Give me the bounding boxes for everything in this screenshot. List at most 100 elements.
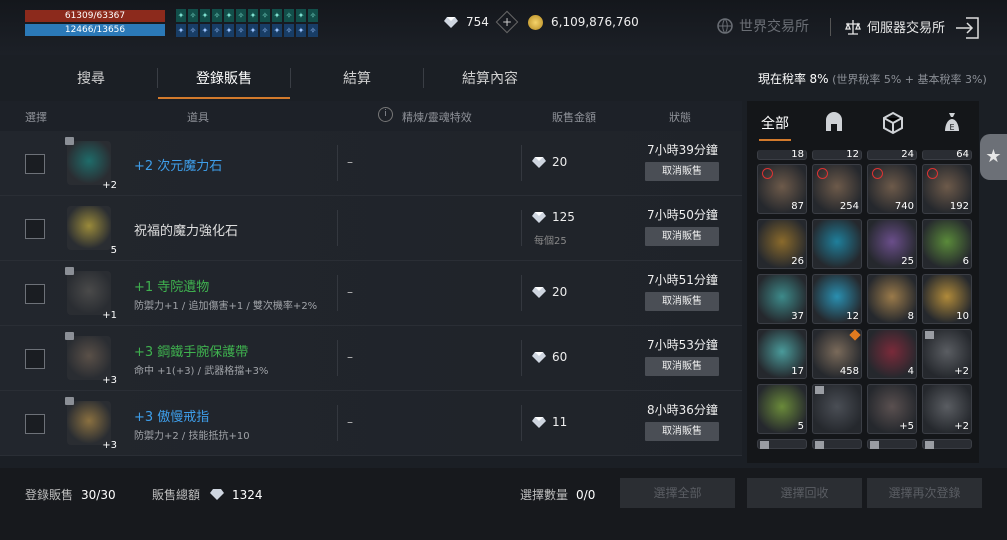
- inventory-slot-partial[interactable]: [812, 439, 862, 449]
- buff-icon: ✦: [200, 9, 210, 22]
- tab-register-sale[interactable]: 登錄販售: [158, 60, 290, 99]
- listing-row[interactable]: +2 +2 次元魔力石 – 20 7小時39分鐘 取消販售: [0, 131, 742, 196]
- buff-icon: ✧: [212, 24, 222, 37]
- inventory-slot[interactable]: 458: [812, 329, 862, 379]
- diamond-icon: [444, 16, 458, 28]
- column-divider: [337, 275, 338, 311]
- inventory-slot-partial[interactable]: 24: [867, 149, 917, 160]
- slot-count: 25: [901, 256, 914, 267]
- diamond-icon: [532, 286, 546, 298]
- inventory-slot[interactable]: [812, 384, 862, 434]
- exit-icon[interactable]: [954, 14, 982, 42]
- sale-price: 20: [532, 285, 567, 299]
- world-exchange-tab[interactable]: 世界交易所: [716, 16, 809, 36]
- buff-icon: ✦: [272, 9, 282, 22]
- inventory-slot[interactable]: 26: [757, 219, 807, 269]
- listing-row[interactable]: 5 祝福的魔力強化石 125 每個25 7小時50分鐘 取消販售: [0, 196, 742, 261]
- grade-badge-icon: [925, 331, 934, 339]
- total-sales: 販售總額 1324: [152, 486, 263, 503]
- item-level: +1: [102, 310, 117, 321]
- listing-row[interactable]: +3 +3 鋼鐵手腕保護帶 命中 +1(+3) / 武器格擋+3% – 60 7…: [0, 326, 742, 391]
- inventory-slot[interactable]: 4: [867, 329, 917, 379]
- relist-button[interactable]: 選擇再次登錄: [867, 478, 982, 508]
- listing-row[interactable]: +1 +1 寺院遺物 防禦力+1 / 追加傷害+1 / 雙次機率+2% – 20…: [0, 261, 742, 326]
- favorites-star-button[interactable]: ★: [980, 134, 1007, 180]
- inventory-slot-partial[interactable]: [867, 439, 917, 449]
- cancel-sale-button[interactable]: 取消販售: [645, 227, 719, 246]
- buff-icon: ✦: [224, 9, 234, 22]
- inventory-slot[interactable]: 192: [922, 164, 972, 214]
- row-checkbox[interactable]: [25, 349, 45, 369]
- slot-count: 26: [791, 256, 804, 267]
- cancel-sale-button[interactable]: 取消販售: [645, 422, 719, 441]
- inventory-slot[interactable]: 254: [812, 164, 862, 214]
- grade-badge-icon: [65, 397, 74, 405]
- inventory-slot[interactable]: +2: [922, 384, 972, 434]
- col-select: 選擇: [25, 111, 47, 124]
- inventory-slot-partial[interactable]: 64: [922, 149, 972, 160]
- cancel-sale-button[interactable]: 取消販售: [645, 357, 719, 376]
- slot-count: 12: [846, 149, 859, 160]
- diamond-amount: 754: [466, 15, 489, 29]
- inventory-slot[interactable]: 740: [867, 164, 917, 214]
- inventory-slot[interactable]: 6: [922, 219, 972, 269]
- inventory-slot[interactable]: +2: [922, 329, 972, 379]
- tab-settlement[interactable]: 結算: [291, 60, 423, 96]
- hp-bar: 61309/63367: [25, 10, 165, 22]
- add-diamond-button[interactable]: +: [495, 10, 519, 34]
- tab-search[interactable]: 搜尋: [25, 60, 157, 96]
- inventory-slot[interactable]: 37: [757, 274, 807, 324]
- row-checkbox[interactable]: [25, 219, 45, 239]
- item-stats: 防禦力+2 / 技能抵抗+10: [134, 431, 250, 442]
- slot-count: 6: [962, 256, 969, 267]
- inventory-slot[interactable]: [812, 219, 862, 269]
- inventory-slot-partial[interactable]: [922, 439, 972, 449]
- listing-row[interactable]: +3 +3 傲慢戒指 防禦力+2 / 技能抵抗+10 – 11 8小時36分鐘 …: [0, 391, 742, 456]
- inventory-slot[interactable]: 5: [757, 384, 807, 434]
- item-level: +2: [102, 180, 117, 191]
- time-remaining: 7小時50分鐘: [647, 208, 718, 222]
- buff-icon: ✧: [212, 9, 222, 22]
- inventory-slot[interactable]: +5: [867, 384, 917, 434]
- diamond-currency: 754 +: [444, 10, 519, 34]
- recall-button[interactable]: 選擇回收: [747, 478, 862, 508]
- row-checkbox[interactable]: [25, 284, 45, 304]
- cancel-sale-button[interactable]: 取消販售: [645, 162, 719, 181]
- select-all-button[interactable]: 選擇全部: [620, 478, 735, 508]
- registered-label: 登錄販售: [25, 488, 74, 502]
- inventory-slot-partial[interactable]: [757, 439, 807, 449]
- inventory-panel: 全部 E 18 12 24 64 87 254 740 192 26 25 6 37 12 8 10 17 45…: [747, 101, 979, 463]
- inventory-slot[interactable]: 25: [867, 219, 917, 269]
- buff-icon: ✦: [296, 9, 306, 22]
- server-exchange-tab[interactable]: 伺服器交易所: [844, 17, 945, 36]
- sale-price: 125: [532, 210, 575, 224]
- box-icon[interactable]: [882, 111, 904, 135]
- sale-price: 11: [532, 415, 567, 429]
- helmet-icon[interactable]: [823, 111, 845, 135]
- price-value: 125: [552, 210, 575, 224]
- inventory-slot[interactable]: 17: [757, 329, 807, 379]
- scale-icon: [845, 19, 861, 35]
- cancel-sale-button[interactable]: 取消販售: [645, 292, 719, 311]
- inventory-slot[interactable]: 10: [922, 274, 972, 324]
- inventory-slot[interactable]: 12: [812, 274, 862, 324]
- item-level: +3: [102, 375, 117, 386]
- row-checkbox[interactable]: [25, 154, 45, 174]
- star-icon: ★: [985, 146, 1002, 167]
- slot-count: 4: [907, 366, 914, 377]
- inventory-slot-partial[interactable]: 18: [757, 149, 807, 160]
- column-divider: [521, 405, 522, 441]
- slot-count: 254: [839, 201, 859, 212]
- inventory-slot[interactable]: 8: [867, 274, 917, 324]
- grade-badge-icon: [815, 386, 824, 394]
- money-bag-icon[interactable]: E: [941, 111, 963, 135]
- inventory-tab-all[interactable]: 全部: [759, 113, 791, 141]
- info-icon[interactable]: i: [378, 107, 393, 122]
- buff-icon: ✦: [200, 24, 210, 37]
- row-checkbox[interactable]: [25, 414, 45, 434]
- tab-settlement-details[interactable]: 結算內容: [424, 60, 556, 96]
- svg-text:E: E: [949, 123, 954, 132]
- inventory-slot-partial[interactable]: 12: [812, 149, 862, 160]
- inventory-tabs: 全部 E: [747, 101, 979, 145]
- inventory-slot[interactable]: 87: [757, 164, 807, 214]
